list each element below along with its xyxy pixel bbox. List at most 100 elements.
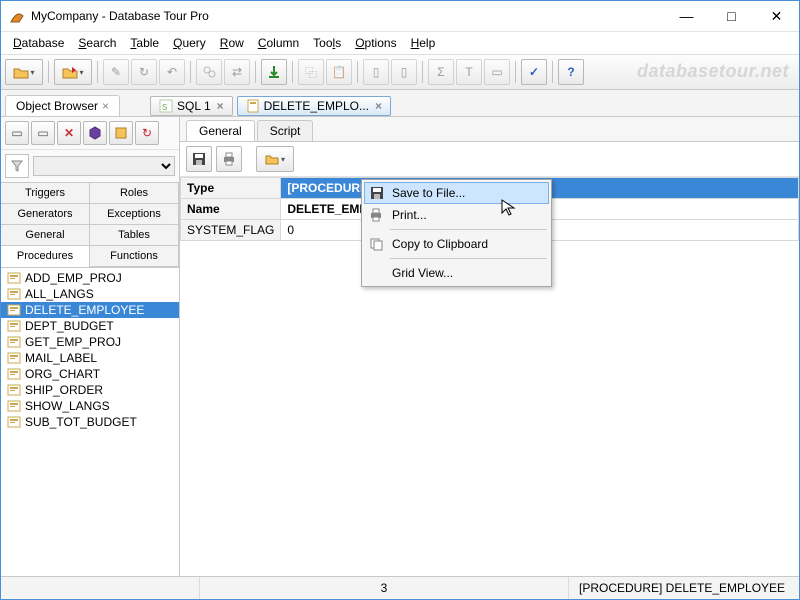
doc2-button[interactable]: ▯ (391, 59, 417, 85)
ctx-save-to-file[interactable]: Save to File... (364, 182, 549, 204)
procedure-icon (7, 384, 21, 396)
export-button[interactable]: ▾ (54, 59, 92, 85)
tree-item[interactable]: MAIL_LABEL (1, 350, 179, 366)
app-icon (9, 8, 25, 24)
main-toolbar: ▾ ▾ ✎ ↻ ↶ ⇄ ⿻ 📋 ▯ ▯ Σ T ▭ ✓ ? databaseto… (1, 54, 799, 90)
print-icon (368, 207, 384, 223)
refresh-button[interactable]: ↻ (131, 59, 157, 85)
menu-table[interactable]: Table (124, 34, 165, 52)
print-button[interactable] (216, 146, 242, 172)
new-object-button[interactable]: ▭ (5, 121, 29, 145)
tab-exceptions[interactable]: Exceptions (89, 203, 179, 225)
doc1-button[interactable]: ▯ (363, 59, 389, 85)
menu-search[interactable]: Search (72, 34, 122, 52)
tree-item[interactable]: SHIP_ORDER (1, 382, 179, 398)
maximize-button[interactable]: □ (709, 1, 754, 31)
refresh-list-button[interactable] (109, 121, 133, 145)
tree-item-label: GET_EMP_PROJ (25, 335, 121, 349)
ctx-copy[interactable]: Copy to Clipboard (364, 233, 549, 255)
tree-item[interactable]: DEPT_BUDGET (1, 318, 179, 334)
tree-item-label: ALL_LANGS (25, 287, 94, 301)
clear-button[interactable]: ▭ (484, 59, 510, 85)
text-button[interactable]: T (456, 59, 482, 85)
menu-tools[interactable]: Tools (307, 34, 347, 52)
tree-item[interactable]: ORG_CHART (1, 366, 179, 382)
menu-row[interactable]: Row (214, 34, 250, 52)
tree-item-label: SHIP_ORDER (25, 383, 103, 397)
replace-button[interactable]: ⇄ (224, 59, 250, 85)
tab-tables[interactable]: Tables (89, 224, 179, 246)
status-object: [PROCEDURE] DELETE_EMPLOYEE (569, 577, 799, 599)
ctx-grid-view[interactable]: Grid View... (364, 262, 549, 284)
detail-toolbar: ▾ (180, 142, 799, 177)
help-button[interactable]: ? (558, 59, 584, 85)
window-controls: — □ ✕ (664, 1, 799, 31)
tab-functions[interactable]: Functions (89, 245, 179, 267)
minimize-button[interactable]: — (664, 1, 709, 31)
tab-procedures[interactable]: Procedures (0, 245, 90, 267)
tree-item[interactable]: ALL_LANGS (1, 286, 179, 302)
procedure-icon (7, 368, 21, 380)
procedure-tree[interactable]: ADD_EMP_PROJALL_LANGS DELETE_EMPLOYEE DEPT… (1, 268, 179, 576)
subtab-script[interactable]: Script (257, 120, 314, 141)
object-browser-label: Object Browser (16, 99, 98, 113)
sidebar: ▭ ▭ ✕ ↻ Triggers Roles Generators Except… (1, 117, 180, 576)
edit-button[interactable]: ✎ (103, 59, 129, 85)
procedure-icon (7, 352, 21, 364)
tabstrip: Object Browser × S SQL 1 × DELETE_EMPLO.… (1, 90, 799, 117)
tab-triggers[interactable]: Triggers (0, 182, 90, 204)
prop-name-key: Name (181, 199, 281, 220)
check-button[interactable]: ✓ (521, 59, 547, 85)
tree-item[interactable]: SHOW_LANGS (1, 398, 179, 414)
menu-query[interactable]: Query (167, 34, 212, 52)
find-button[interactable] (196, 59, 222, 85)
tree-item-label: DEPT_BUDGET (25, 319, 114, 333)
tab-sql1-close-icon[interactable]: × (217, 99, 224, 113)
subtab-general[interactable]: General (186, 120, 255, 141)
sum-button[interactable]: Σ (428, 59, 454, 85)
run-button[interactable] (261, 59, 287, 85)
ctx-separator-2 (390, 258, 547, 259)
tab-current-close-icon[interactable]: × (375, 99, 382, 113)
tab-roles[interactable]: Roles (89, 182, 179, 204)
delete-object-button[interactable]: ✕ (57, 121, 81, 145)
funnel-icon[interactable] (5, 154, 29, 178)
tree-item-label: DELETE_EMPLOYEE (25, 303, 144, 317)
menu-help[interactable]: Help (405, 34, 442, 52)
object-browser-close-icon[interactable]: × (102, 99, 109, 113)
tree-item[interactable]: ADD_EMP_PROJ (1, 270, 179, 286)
copy-button[interactable]: ⿻ (298, 59, 324, 85)
new-object2-button[interactable]: ▭ (31, 121, 55, 145)
status-left (1, 577, 200, 599)
menu-database[interactable]: Database (7, 34, 70, 52)
filter-select[interactable] (33, 156, 175, 176)
tab-sql1[interactable]: S SQL 1 × (150, 96, 233, 116)
copy-icon (368, 236, 384, 252)
procedure-icon (7, 288, 21, 300)
menu-column[interactable]: Column (252, 34, 305, 52)
procedure-icon (7, 416, 21, 428)
svg-text:S: S (162, 103, 167, 112)
open-db-button[interactable]: ▾ (5, 59, 43, 85)
tree-item[interactable]: GET_EMP_PROJ (1, 334, 179, 350)
object-browser-tab[interactable]: Object Browser × (5, 95, 120, 116)
save-button[interactable] (186, 146, 212, 172)
tab-generators[interactable]: Generators (0, 203, 90, 225)
watermark: databasetour.net (637, 61, 789, 82)
reload-button[interactable]: ↻ (135, 121, 159, 145)
paste-button[interactable]: 📋 (326, 59, 352, 85)
tab-current[interactable]: DELETE_EMPLO... × (237, 96, 391, 116)
folder-dropdown-button[interactable]: ▾ (256, 146, 294, 172)
app-window: MyCompany - Database Tour Pro — □ ✕ Data… (0, 0, 800, 600)
undo-button[interactable]: ↶ (159, 59, 185, 85)
close-button[interactable]: ✕ (754, 1, 799, 31)
tab-general[interactable]: General (0, 224, 90, 246)
tree-item[interactable]: SUB_TOT_BUDGET (1, 414, 179, 430)
menu-options[interactable]: Options (349, 34, 402, 52)
cube-button[interactable] (83, 121, 107, 145)
ctx-print[interactable]: Print... (364, 204, 549, 226)
tree-item-label: ORG_CHART (25, 367, 100, 381)
tree-item[interactable]: DELETE_EMPLOYEE (1, 302, 179, 318)
procedure-icon (7, 304, 21, 316)
prop-flag-key: SYSTEM_FLAG (181, 220, 281, 241)
